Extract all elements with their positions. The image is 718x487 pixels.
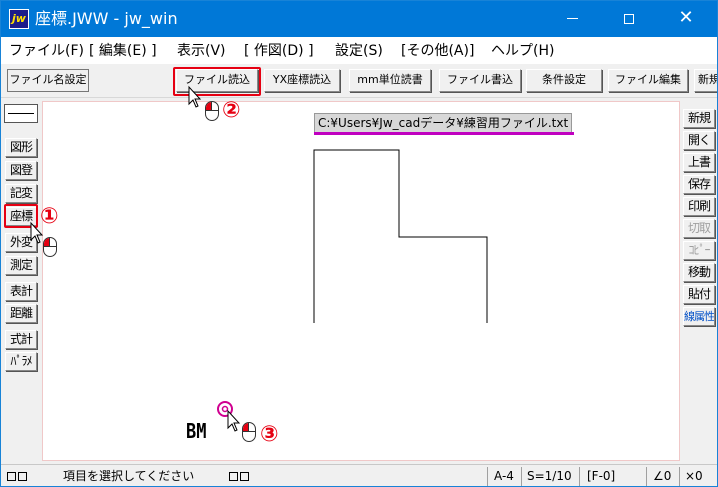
status-indicator-boxes <box>229 465 251 486</box>
status-angle[interactable]: ∠0 <box>653 465 671 486</box>
status-mode-boxes <box>7 465 29 486</box>
bm-label: BM <box>186 419 207 443</box>
file-path-label: C:¥Users¥Jw_cadデータ¥練習用ファイル.txt <box>314 113 573 133</box>
status-layer[interactable]: [F-0] <box>587 465 615 486</box>
drawing-lines <box>30 85 488 432</box>
step-number-3: ③ <box>260 422 279 447</box>
mouse-left-click-icon <box>43 237 57 257</box>
bm-point-center <box>221 405 229 413</box>
jw-cad-window: jw 座標.JWW - jw_win ✕ ファイル(F) [ 編集(E) ] 表… <box>0 0 718 487</box>
status-bar: 項目を選択してください A-4 S=1/10 [F-0] ∠0 ×0 <box>1 464 717 486</box>
step-number-2: ② <box>222 98 241 123</box>
status-zoom[interactable]: ×0 <box>685 465 703 486</box>
status-scale[interactable]: S=1/10 <box>527 465 572 486</box>
status-message: 項目を選択してください <box>63 469 195 483</box>
drawn-shape-outline <box>313 149 488 323</box>
mouse-left-click-icon <box>242 422 256 442</box>
step-number-1: ① <box>40 204 59 229</box>
cursor-arrow-3 <box>227 409 241 432</box>
file-path-underline <box>314 132 574 135</box>
cursor-arrow-1 <box>188 85 202 108</box>
mouse-left-click-icon <box>205 101 219 121</box>
status-paper-size[interactable]: A-4 <box>494 465 514 486</box>
